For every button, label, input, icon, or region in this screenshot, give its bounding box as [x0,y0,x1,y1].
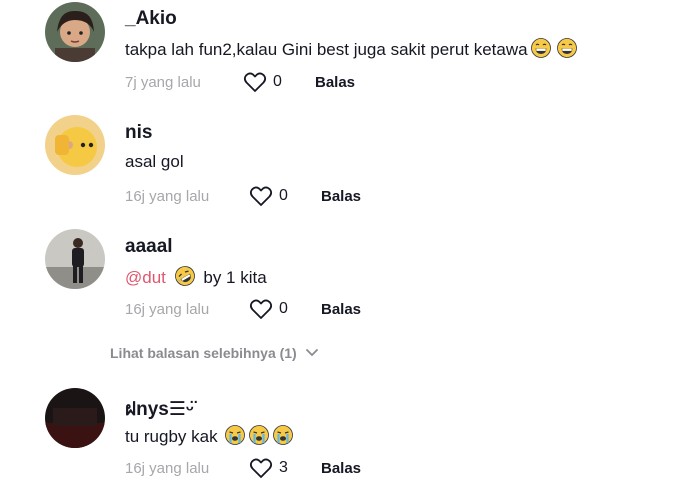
username[interactable]: _Akio [125,8,177,30]
heart-icon [243,72,267,92]
comment-text-body: takpa lah fun2,kalau Gini best juga saki… [125,40,528,59]
comment-meta: 16j yang lalu 0 Balas [125,185,361,207]
comment-text: tu rugby kak [125,425,293,447]
reply-button[interactable]: Balas [321,301,361,318]
comment-text: @dut by 1 kita [125,266,267,288]
comment-time: 16j yang lalu [125,300,210,318]
comment-time: 16j yang lalu [125,459,210,477]
chevron-down-icon [305,349,318,357]
like-button[interactable]: 0 [243,71,315,93]
comment-time: 16j yang lalu [125,187,210,205]
username[interactable]: aaaal [125,236,173,258]
comment-meta: 16j yang lalu 0 Balas [125,298,361,320]
like-button[interactable]: 0 [249,298,321,320]
avatar[interactable] [45,2,105,62]
view-more-replies-button[interactable]: Lihat balasan selebihnya (1) [110,345,319,361]
grinning-sweat-emoji-icon [556,38,577,58]
like-button[interactable]: 3 [249,457,321,479]
reply-button[interactable]: Balas [321,188,361,205]
heart-icon [249,186,273,206]
comment-meta: 16j yang lalu 3 Balas [125,457,361,479]
like-count: 0 [279,300,288,317]
reply-button[interactable]: Balas [321,460,361,477]
crying-emoji-icon [248,425,269,445]
avatar[interactable] [45,229,105,289]
heart-icon [249,458,273,478]
comment-text-body: tu rugby kak [125,427,218,446]
like-button[interactable]: 0 [249,185,321,207]
crying-emoji-icon [224,425,245,445]
crying-emoji-icon [272,425,293,445]
username[interactable]: ฝnys☰ᵕ̈ [125,394,194,424]
comment-text-body: by 1 kita [203,268,267,287]
avatar[interactable] [45,115,105,175]
like-count: 0 [279,187,288,204]
comment-text: takpa lah fun2,kalau Gini best juga saki… [125,38,577,60]
comment-time: 7j yang lalu [125,73,201,91]
mention-link[interactable]: @dut [125,268,166,287]
view-more-label: Lihat balasan selebihnya (1) [110,345,297,361]
rolling-laughing-emoji-icon [174,266,195,286]
heart-icon [249,299,273,319]
reply-button[interactable]: Balas [315,74,355,91]
like-count: 0 [273,73,282,90]
comment-meta: 7j yang lalu 0 Balas [125,71,355,93]
username[interactable]: nis [125,122,152,144]
comment-text: asal gol [125,152,184,171]
like-count: 3 [279,459,288,476]
grinning-sweat-emoji-icon [530,38,551,58]
avatar[interactable] [45,388,105,448]
